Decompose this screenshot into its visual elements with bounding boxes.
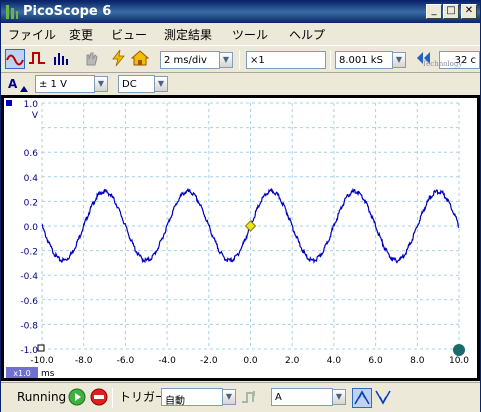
persistence-mode-button[interactable] — [28, 49, 48, 69]
ruler-handle-left[interactable] — [37, 344, 45, 352]
toolbar-separator — [239, 50, 240, 70]
x-tick-label: 10.0 — [449, 356, 469, 366]
rising-edge-button[interactable] — [352, 388, 372, 408]
x-tick-label: 4.0 — [327, 356, 342, 366]
x-tick-label: 6.0 — [368, 356, 383, 366]
x-unit-label: ms — [41, 369, 55, 379]
run-status: Running — [17, 390, 67, 404]
trigger-marker[interactable] — [244, 220, 257, 232]
menu-edit[interactable]: 変更 — [69, 26, 93, 43]
spectrum-bars-icon — [54, 53, 68, 65]
scope-view: 1.0 0.6 0.4 0.2 0.0 -0.2 -0.4 -0.6 -0.8 -1.0 V -10.… — [1, 95, 480, 381]
y-tick-label: 1.0 — [24, 100, 39, 110]
coupling-select[interactable]: DC — [118, 75, 155, 93]
y-tick-label: 0.6 — [24, 149, 39, 159]
x-tick-label: 0.0 — [243, 356, 258, 366]
advanced-trigger-button[interactable] — [241, 388, 261, 408]
title-bar[interactable]: PicoScope 6 _ □ ✕ — [1, 1, 480, 23]
trigger-channel-dropdown-arrow[interactable]: ▼ — [332, 389, 346, 405]
menu-tools[interactable]: ツール — [232, 26, 268, 43]
range-dropdown-arrow[interactable]: ▼ — [94, 76, 108, 92]
toolbar-separator — [112, 388, 113, 408]
status-toolbar: Running トリガー 自動 ▼ A ▼ — [1, 382, 480, 412]
hand-icon — [86, 52, 98, 66]
x-tick-label: -10.0 — [30, 356, 54, 366]
window-title: PicoScope 6 — [23, 4, 112, 19]
hand-tool-button[interactable] — [81, 49, 101, 69]
trigger-mode-dropdown-arrow[interactable]: ▼ — [222, 389, 236, 405]
stop-button[interactable] — [89, 387, 109, 407]
picoscope-window: PicoScope 6 _ □ ✕ ファイル 変更 ビュー 測定結果 ツール ヘ… — [0, 0, 481, 412]
timebase-dropdown-arrow[interactable]: ▼ — [219, 52, 233, 68]
stop-icon — [90, 388, 108, 406]
channel-label[interactable]: A — [8, 77, 17, 91]
channel-toolbar: A ± 1 V ▼ DC ▼ — [1, 73, 480, 95]
spectrum-mode-button[interactable] — [51, 49, 71, 69]
ruler-handle-right[interactable] — [453, 344, 465, 356]
trigger-label: トリガー — [119, 390, 168, 404]
play-icon — [68, 388, 86, 406]
start-button[interactable] — [67, 387, 87, 407]
auto-setup-button[interactable] — [109, 49, 129, 69]
x-zoom-label: x1.0 — [13, 369, 30, 378]
lightning-icon — [112, 49, 125, 67]
falling-edge-button[interactable] — [374, 388, 394, 408]
voltage-range-select[interactable]: ± 1 V — [35, 75, 95, 93]
y-tick-label: 0.0 — [24, 223, 39, 233]
zoom-field[interactable]: ×1 — [246, 51, 326, 69]
oscilloscope-chart[interactable]: 1.0 0.6 0.4 0.2 0.0 -0.2 -0.4 -0.6 -0.8 -1.0 V -10.… — [1, 95, 480, 381]
y-tick-label: -0.2 — [20, 248, 38, 258]
falling-edge-icon — [375, 390, 391, 405]
samples-field[interactable]: 8.001 kS — [335, 51, 393, 69]
home-icon — [130, 50, 150, 66]
y-tick-label: -0.8 — [20, 321, 38, 331]
x-tick-label: -2.0 — [200, 356, 218, 366]
y-tick-label: 0.2 — [24, 198, 38, 208]
menu-bar: ファイル 変更 ビュー 測定結果 ツール ヘルプ — [1, 23, 480, 44]
y-tick-label: -1.0 — [20, 346, 38, 356]
sine-wave-icon — [6, 54, 24, 66]
menu-view[interactable]: ビュー — [111, 26, 147, 43]
maximize-button[interactable]: □ — [443, 4, 459, 19]
menu-file[interactable]: ファイル — [8, 26, 56, 43]
x-tick-label: -8.0 — [75, 356, 93, 366]
x-tick-label: 2.0 — [285, 356, 300, 366]
menu-measurements[interactable]: 測定結果 — [164, 26, 212, 43]
samples-dropdown-arrow[interactable]: ▼ — [392, 52, 406, 68]
close-button[interactable]: ✕ — [461, 4, 477, 19]
x-tick-label: -4.0 — [158, 356, 176, 366]
app-icon — [6, 5, 18, 19]
square-wave-icon — [29, 52, 45, 64]
x-tick-label: 8.0 — [410, 356, 425, 366]
trigger-pulse-icon — [242, 391, 255, 403]
main-toolbar: 2 ms/div ▼ ×1 8.001 kS ▼ 32 c Technology — [1, 45, 480, 73]
toolbar-separator — [330, 50, 331, 70]
coupling-dropdown-arrow[interactable]: ▼ — [154, 76, 168, 92]
channel-options-icon[interactable] — [19, 85, 29, 93]
channel-a-marker[interactable] — [6, 100, 12, 106]
y-tick-label: -0.6 — [20, 297, 38, 307]
timebase-select[interactable]: 2 ms/div — [160, 51, 220, 69]
y-tick-label: 0.4 — [24, 174, 39, 184]
default-setup-button[interactable] — [130, 49, 151, 69]
trigger-mode-select[interactable]: 自動 — [161, 388, 223, 406]
y-tick-label: -0.4 — [20, 272, 38, 282]
menu-help[interactable]: ヘルプ — [289, 26, 325, 43]
trigger-channel-select[interactable]: A — [271, 388, 333, 406]
minimize-button[interactable]: _ — [426, 4, 442, 19]
rising-edge-icon — [354, 390, 370, 405]
scope-mode-button[interactable] — [5, 49, 25, 69]
brand-text: Technology — [422, 60, 463, 68]
y-unit-label: V — [32, 111, 39, 121]
x-tick-label: -6.0 — [117, 356, 135, 366]
